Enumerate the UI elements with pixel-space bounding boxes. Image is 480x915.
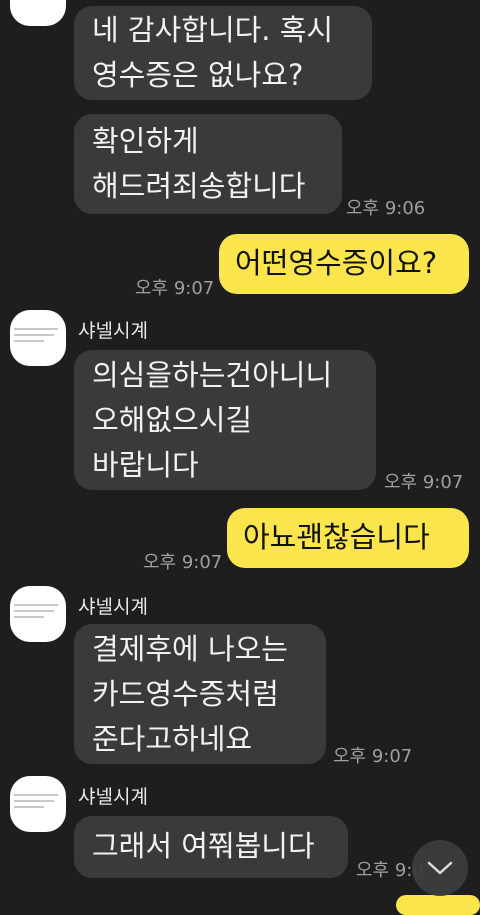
message-text-line: 오해없으시길 — [92, 403, 253, 437]
message-text-line: 확인하게 — [92, 124, 199, 158]
message-timestamp: 오후 9:07 — [384, 472, 464, 493]
message-text: 아뇨괜찮습니다 — [243, 520, 430, 554]
chevron-down-icon — [427, 861, 453, 875]
message-bubble-incoming[interactable]: 그래서 여쭤봅니다 — [74, 816, 348, 878]
message-text-line: 영수증은 없나요? — [92, 58, 304, 92]
message-text-line: 해드려죄송합니다 — [92, 169, 306, 203]
message-bubble-incoming[interactable]: 네 감사합니다. 혹시 영수증은 없나요? — [74, 6, 372, 100]
message-timestamp: 오후 9:07 — [135, 278, 215, 299]
message-bubble-outgoing[interactable]: 어떤영수증이요? — [219, 234, 469, 294]
avatar[interactable] — [10, 586, 66, 642]
message-text: 어떤영수증이요? — [235, 246, 438, 280]
message-text-line: 카드영수증처럼 — [92, 677, 279, 711]
message-text-line: 네 감사합니다. 혹시 — [92, 13, 334, 47]
message-timestamp: 오후 9:07 — [333, 746, 413, 767]
message-text-line: 준다고하네요 — [92, 722, 253, 756]
sender-name: 샤넬시계 — [78, 786, 148, 808]
message-bubble-incoming[interactable]: 의심을하는건아니니 오해없으시길 바랍니다 — [74, 350, 376, 490]
sender-name: 샤넬시계 — [78, 596, 148, 618]
message-timestamp: 오후 9:07 — [143, 552, 223, 573]
sender-name: 샤넬시계 — [78, 320, 148, 342]
avatar[interactable] — [10, 310, 66, 366]
scroll-to-bottom-button[interactable] — [412, 840, 468, 896]
message-bubble-outgoing[interactable]: 아뇨괜찮습니다 — [227, 508, 469, 568]
message-text-line: 그래서 여쭤봅니다 — [92, 829, 315, 863]
message-text-line: 바랍니다 — [92, 448, 199, 482]
message-bubble-incoming[interactable]: 결제후에 나오는 카드영수증처럼 준다고하네요 — [74, 624, 326, 764]
message-bubble-incoming[interactable]: 확인하게 해드려죄송합니다 — [74, 114, 342, 214]
message-text-line: 결제후에 나오는 — [92, 632, 288, 666]
message-bubble-outgoing[interactable] — [396, 895, 480, 915]
message-text-line: 의심을하는건아니니 — [92, 358, 333, 392]
avatar[interactable] — [10, 0, 66, 26]
avatar[interactable] — [10, 776, 66, 832]
message-timestamp: 오후 9:06 — [346, 198, 426, 219]
